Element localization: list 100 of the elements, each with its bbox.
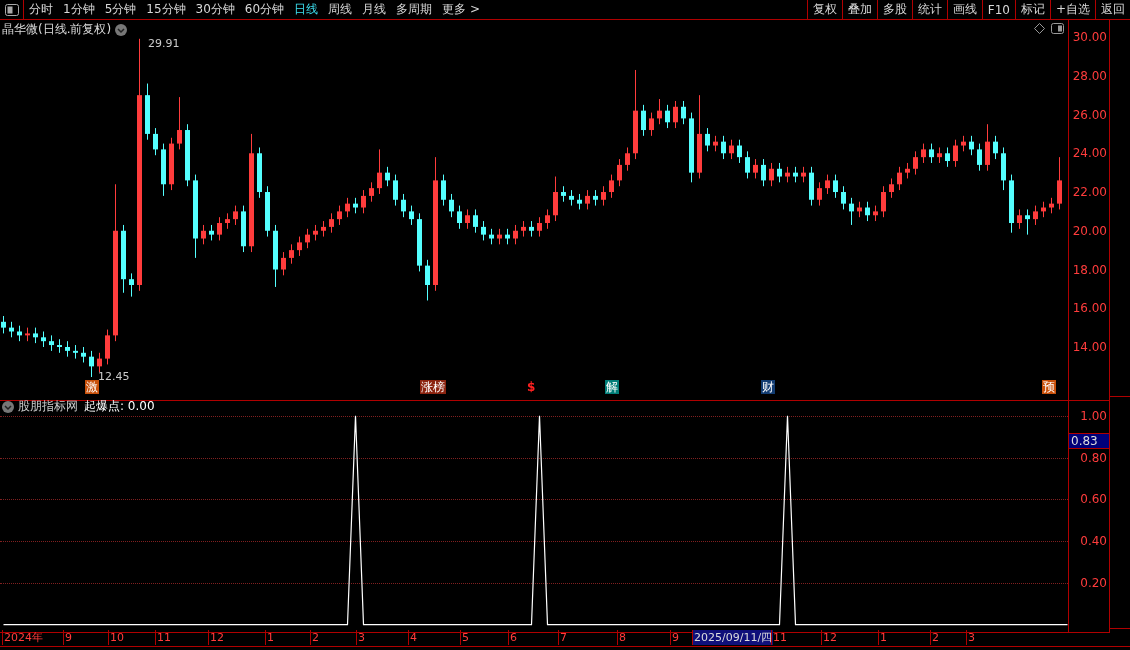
candlestick	[33, 327, 38, 344]
period-tab[interactable]: 月线	[357, 0, 392, 19]
candlestick	[209, 224, 214, 241]
candlestick	[1041, 201, 1046, 218]
toolbar-button[interactable]: 叠加	[841, 0, 877, 19]
candlestick	[497, 228, 502, 245]
candlestick	[217, 216, 222, 241]
candlestick	[385, 166, 390, 187]
candlestick	[969, 135, 974, 156]
candlestick	[361, 189, 366, 214]
panel-toggle-icon[interactable]	[4, 3, 19, 16]
candlestick	[401, 193, 406, 218]
toolbar-button[interactable]: 统计	[911, 0, 947, 19]
event-tag[interactable]: 涨榜	[420, 380, 446, 394]
candlestick	[9, 321, 14, 338]
candlestick	[449, 193, 454, 218]
period-tab[interactable]: 1分钟	[58, 0, 100, 19]
candlestick	[625, 146, 630, 172]
toolbar-button[interactable]: 画线	[946, 0, 982, 19]
candlestick	[801, 166, 806, 183]
period-tab[interactable]: 15分钟	[141, 0, 191, 19]
candlestick	[329, 212, 334, 234]
candlestick	[121, 224, 126, 294]
candlestick	[521, 220, 526, 238]
candlestick	[297, 236, 302, 257]
event-symbol[interactable]: $	[527, 380, 536, 394]
candlestick	[225, 212, 230, 230]
period-tab[interactable]: 5分钟	[99, 0, 142, 19]
candlestick	[889, 177, 894, 199]
axis-label: 16.00	[1072, 301, 1107, 316]
panel-toggle-icon[interactable]	[1051, 23, 1064, 34]
date-label: 1	[265, 630, 275, 645]
date-label: 9	[63, 630, 73, 645]
candlestick	[393, 174, 398, 207]
date-label: 3	[356, 630, 366, 645]
axis-label: 22.00	[1072, 185, 1107, 199]
candlestick	[153, 127, 158, 156]
period-tab[interactable]: 日线	[289, 0, 324, 19]
candlestick	[929, 143, 934, 164]
candlestick	[673, 100, 678, 129]
toolbar-button[interactable]: 复权	[806, 0, 842, 19]
candlestick	[1009, 174, 1014, 234]
period-tab[interactable]: 60分钟	[239, 0, 290, 19]
axis-label: 18.00	[1072, 262, 1107, 277]
axis-label: 20.00	[1072, 223, 1107, 238]
candlestick	[1017, 208, 1022, 230]
candlestick	[65, 340, 70, 358]
axis-label: 14.00	[1072, 340, 1107, 354]
candlestick	[353, 197, 358, 214]
candlestick	[337, 205, 342, 226]
candlestick	[481, 220, 486, 241]
candlestick	[457, 205, 462, 230]
event-tag[interactable]: 解	[605, 380, 619, 394]
candlestick	[57, 338, 62, 354]
candlestick	[177, 96, 182, 150]
toolbar-button[interactable]: 返回	[1095, 0, 1130, 19]
date-label: 9	[670, 630, 680, 645]
candlestick	[977, 143, 982, 172]
candlestick	[1, 315, 6, 334]
period-tab[interactable]: 多周期	[391, 0, 438, 19]
indicator-name: 股朋指标网	[18, 398, 78, 415]
candlestick	[513, 224, 518, 245]
candlestick	[369, 181, 374, 203]
axis-label: 24.00	[1072, 146, 1107, 161]
candlestick	[681, 100, 686, 125]
date-label: 6	[508, 630, 518, 645]
candlestick	[377, 148, 382, 195]
candlestick	[793, 166, 798, 183]
candlestick	[1057, 156, 1062, 210]
candlestick	[961, 135, 966, 152]
candlestick	[305, 228, 310, 249]
candlestick	[985, 123, 990, 172]
toolbar-button[interactable]: 多股	[876, 0, 912, 19]
chevron-down-icon[interactable]	[115, 23, 128, 36]
candlestick	[585, 189, 590, 210]
toolbar-button[interactable]: +自选	[1049, 0, 1095, 19]
toolbar-button[interactable]: 标记	[1014, 0, 1050, 19]
candlestick	[937, 146, 942, 164]
candlestick	[25, 327, 30, 342]
candlestick	[49, 334, 54, 352]
period-tab[interactable]: 30分钟	[190, 0, 240, 19]
candlestick	[657, 98, 662, 125]
candlestick	[273, 224, 278, 288]
candlestick	[881, 185, 886, 218]
candlestick	[857, 201, 862, 218]
period-tab[interactable]: 周线	[323, 0, 358, 19]
candlestick	[321, 220, 326, 238]
candlestick	[761, 158, 766, 187]
event-tag[interactable]: 激	[85, 380, 99, 394]
diamond-icon[interactable]	[1034, 23, 1045, 34]
candlestick	[1025, 208, 1030, 236]
period-tab[interactable]: 更多 >	[437, 0, 485, 19]
event-tag[interactable]: 预	[1042, 380, 1056, 394]
candlestick	[809, 166, 814, 207]
event-tag[interactable]: 财	[761, 380, 775, 394]
toolbar-button[interactable]: F10	[981, 0, 1015, 19]
period-tab[interactable]: 分时	[24, 0, 58, 19]
date-label: 7	[558, 630, 568, 645]
chevron-down-icon[interactable]	[2, 400, 14, 413]
candlestick	[785, 166, 790, 183]
